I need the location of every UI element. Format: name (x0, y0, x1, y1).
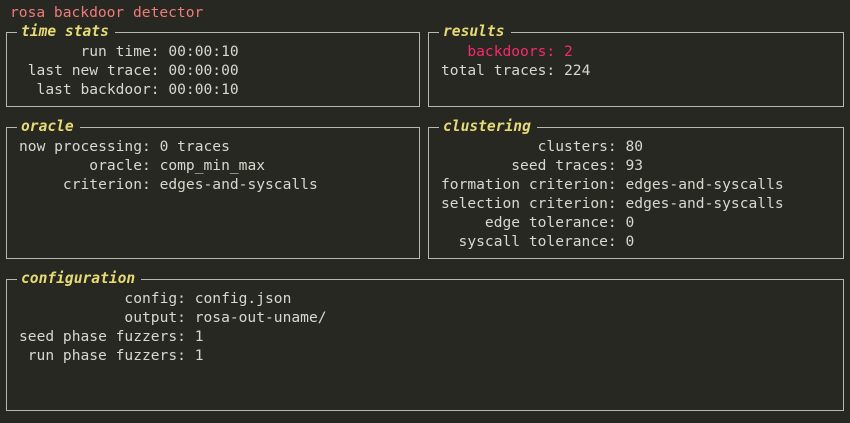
cluster-row-selection-criterion: selection criterion: edges-and-syscalls (441, 195, 784, 212)
oracle-row-now-processing: now processing: 0 traces (19, 138, 230, 155)
config-label: seed phase fuzzers (19, 328, 178, 345)
configuration-title: configuration (17, 269, 142, 288)
oracle-label: now processing (19, 138, 143, 155)
stat-label: run time (80, 43, 151, 60)
cluster-value: 0 (625, 233, 635, 250)
config-value: config.json (194, 290, 292, 307)
config-label: config (124, 290, 178, 307)
cluster-row-syscall-tolerance: syscall tolerance: 0 (441, 232, 784, 251)
cluster-value: 0 (625, 214, 635, 231)
stat-row-last-backdoor: last backdoor: 00:00:10 (19, 80, 239, 99)
total-traces-count: 224 (564, 62, 591, 79)
config-row-output: output: rosa-out-uname/ (19, 308, 327, 327)
config-label: output (124, 309, 178, 326)
cluster-value: 93 (625, 157, 644, 174)
time-stats-panel: time stats run time: 00:00:10 last new t… (6, 22, 420, 107)
app-title: rosa backdoor detector (10, 4, 204, 21)
cluster-row-edge-tolerance: edge tolerance: 0 (441, 213, 784, 232)
cluster-value: edges-and-syscalls (625, 176, 784, 193)
cluster-label: selection criterion (441, 195, 608, 212)
clustering-title: clustering (439, 117, 537, 136)
config-value: rosa-out-uname/ (194, 309, 327, 326)
result-row-total-traces: total traces: 224 (441, 62, 591, 79)
cluster-label: clusters (537, 138, 608, 155)
stat-value: 00:00:10 (168, 43, 239, 60)
configuration-panel: configuration config: config.json output… (6, 269, 844, 411)
cluster-label: formation criterion (441, 176, 608, 193)
stat-value: 00:00:10 (168, 81, 239, 98)
result-label: total traces (441, 62, 547, 79)
cluster-row-formation-criterion: formation criterion: edges-and-syscalls (441, 176, 784, 193)
results-title: results (439, 22, 511, 41)
time-stats-title: time stats (17, 22, 115, 41)
config-row-config: config: config.json (19, 289, 327, 308)
cluster-value: edges-and-syscalls (625, 195, 784, 212)
oracle-content: now processing: 0 traces oracle: comp_mi… (19, 137, 318, 194)
stat-label: last new trace (27, 62, 151, 79)
clustering-panel: clustering clusters: 80 seed traces: 93 … (428, 117, 844, 259)
config-row-seed-phase-fuzzers: seed phase fuzzers: 1 (19, 328, 204, 345)
oracle-panel: oracle now processing: 0 traces oracle: … (6, 117, 420, 259)
stat-label: last backdoor (36, 81, 151, 98)
cluster-label: syscall tolerance (458, 233, 608, 250)
config-label: run phase fuzzers (27, 347, 178, 364)
backdoor-count: 2 (564, 43, 573, 60)
cluster-row-seed-traces: seed traces: 93 (441, 156, 784, 175)
clustering-content: clusters: 80 seed traces: 93 formation c… (441, 137, 784, 251)
oracle-row-oracle: oracle: comp_min_max (19, 156, 318, 175)
cluster-row-clusters: clusters: 80 (441, 137, 784, 156)
config-value: 1 (194, 328, 204, 345)
oracle-label: criterion (62, 176, 142, 193)
result-label: backdoors (467, 43, 547, 60)
result-row-backdoors: backdoors: 2 (441, 42, 590, 61)
time-stats-content: run time: 00:00:10 last new trace: 00:00… (19, 42, 239, 99)
config-value: 1 (194, 347, 204, 364)
oracle-row-criterion: criterion: edges-and-syscalls (19, 175, 318, 194)
stat-value: 00:00:00 (168, 62, 239, 79)
results-content: backdoors: 2 total traces: 224 (441, 42, 590, 80)
cluster-label: edge tolerance (484, 214, 608, 231)
cluster-value: 80 (625, 138, 644, 155)
oracle-value: edges-and-syscalls (159, 176, 318, 193)
oracle-value: 0 traces (159, 138, 230, 155)
oracle-value: comp_min_max (159, 157, 266, 174)
configuration-content: config: config.json output: rosa-out-una… (19, 289, 327, 365)
oracle-title: oracle (17, 117, 80, 136)
oracle-label: oracle (89, 157, 142, 174)
cluster-label: seed traces (511, 157, 608, 174)
stat-row-last-new-trace: last new trace: 00:00:00 (19, 61, 239, 80)
stat-row-run-time: run time: 00:00:10 (19, 42, 239, 61)
config-row-run-phase-fuzzers: run phase fuzzers: 1 (19, 346, 327, 365)
results-panel: results backdoors: 2 total traces: 224 (428, 22, 844, 107)
